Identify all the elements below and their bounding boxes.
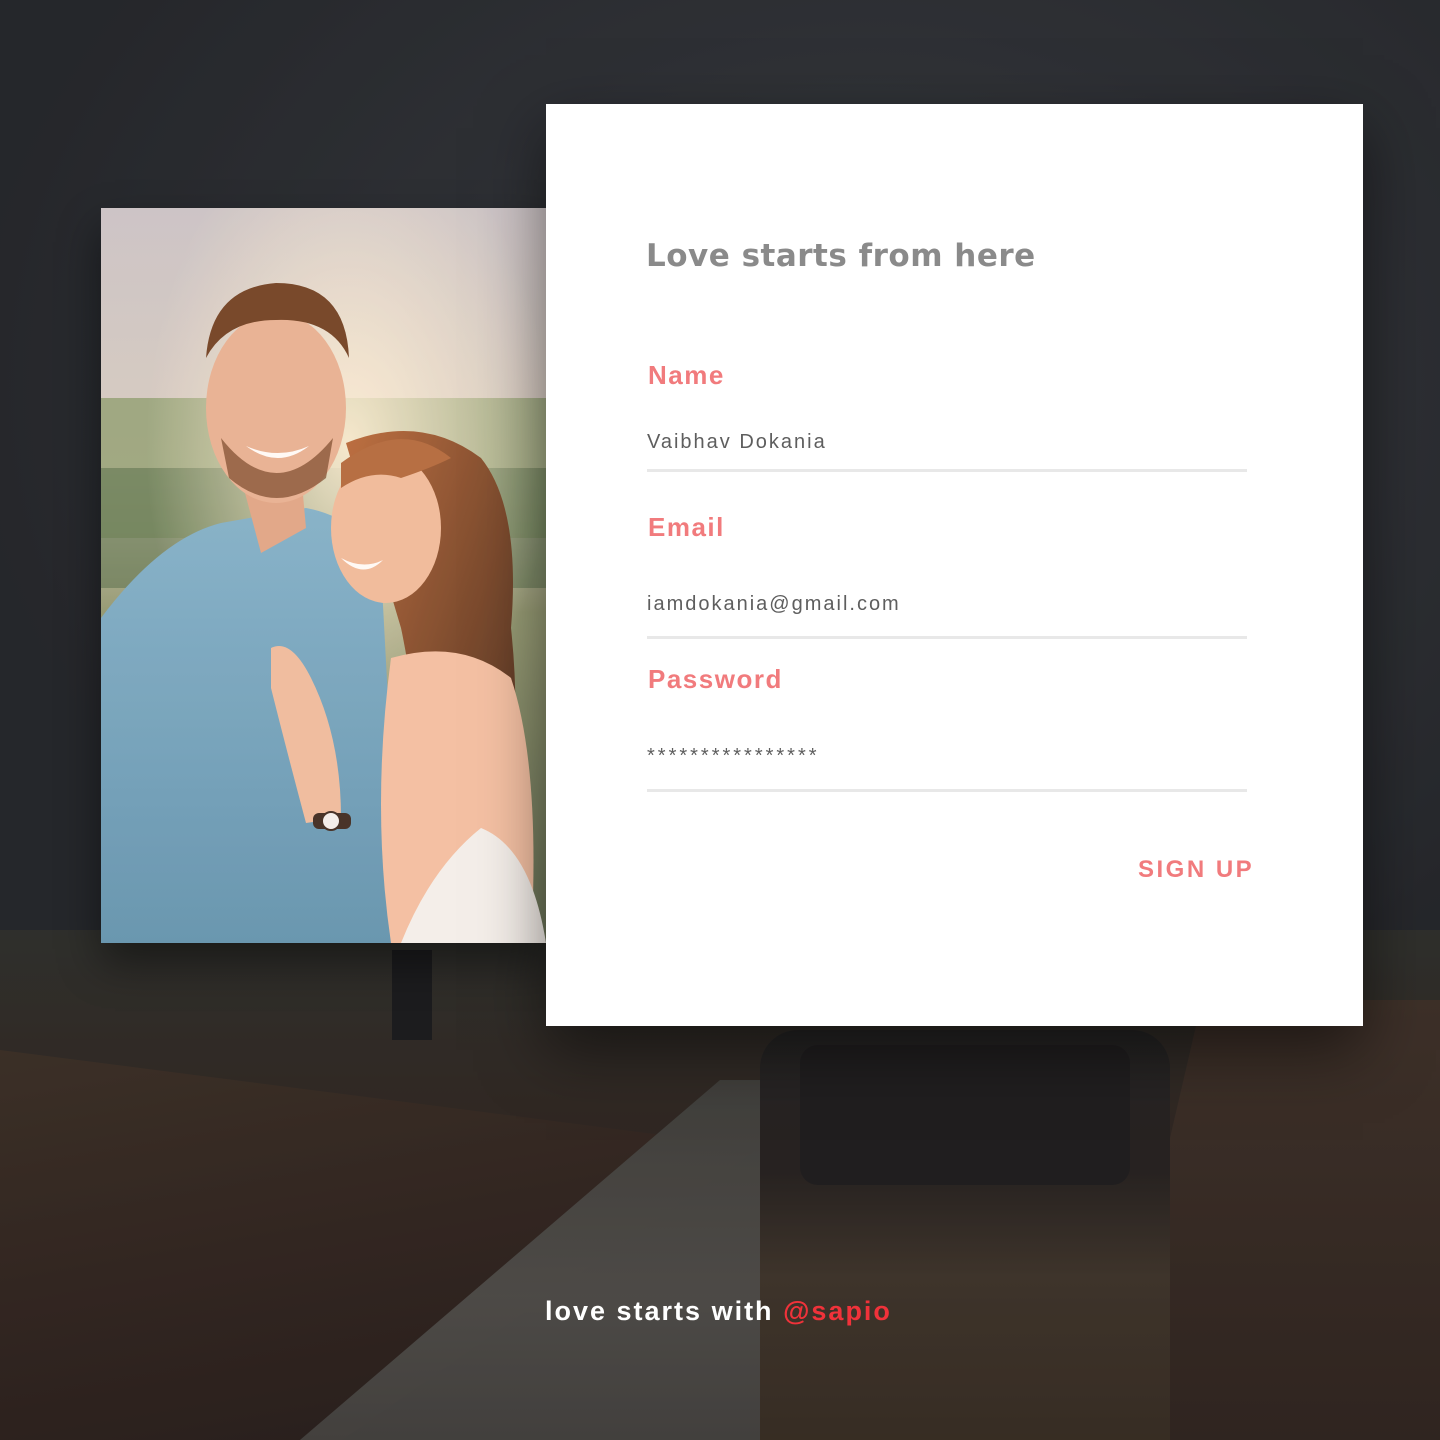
name-label: Name [648, 360, 725, 390]
password-label: Password [648, 664, 783, 694]
tagline-text: love starts with [545, 1296, 774, 1326]
form-title: Love starts from here [646, 238, 1036, 274]
email-label: Email [648, 512, 725, 542]
signup-card: Love starts from here Name Email Passwor… [546, 104, 1363, 1026]
email-input[interactable] [647, 584, 1247, 624]
footer-tagline: love starts with @sapio [545, 1296, 892, 1327]
couple-photo [101, 208, 551, 943]
password-underline [647, 789, 1247, 792]
couple-photo-illustration [101, 208, 551, 943]
email-underline [647, 636, 1247, 639]
name-input[interactable] [647, 422, 1247, 462]
name-underline [647, 469, 1247, 472]
sign-up-button[interactable]: SIGN UP [1138, 856, 1254, 884]
password-input[interactable] [647, 736, 1247, 776]
sapio-handle-link[interactable]: @sapio [783, 1296, 892, 1326]
